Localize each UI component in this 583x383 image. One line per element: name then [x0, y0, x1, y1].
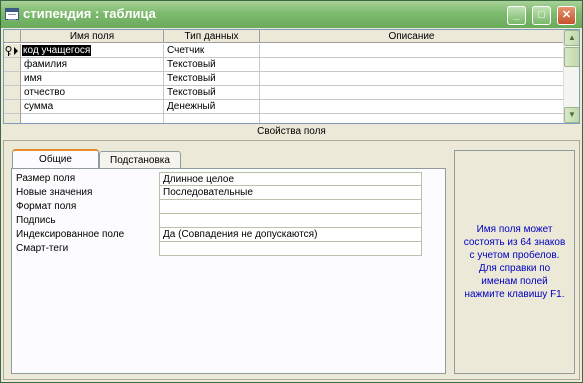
scroll-up-button[interactable]: ▲: [564, 30, 579, 46]
property-row[interactable]: Размер поля Длинное целое: [12, 172, 432, 186]
column-header-description[interactable]: Описание: [260, 30, 564, 43]
data-type-cell[interactable]: Денежный: [164, 100, 260, 113]
description-cell[interactable]: [260, 58, 564, 71]
vertical-scrollbar[interactable]: ▲ ▼: [563, 30, 579, 123]
row-selector[interactable]: [4, 44, 21, 58]
field-name-cell[interactable]: код учащегося: [21, 44, 164, 57]
property-value-field-size[interactable]: Длинное целое: [159, 172, 422, 186]
data-type-cell[interactable]: Текстовый: [164, 72, 260, 85]
property-label: Подпись: [16, 215, 56, 226]
description-cell[interactable]: [260, 44, 564, 57]
close-button[interactable]: ✕: [557, 6, 576, 25]
row-selector[interactable]: [4, 86, 21, 100]
window-title: стипендия : таблица: [23, 6, 156, 21]
row-pointer-icon: [14, 47, 18, 55]
data-type-cell[interactable]: Счетчик: [164, 44, 260, 57]
field-row[interactable]: отчество Текстовый: [4, 86, 564, 100]
grid-header: Имя поля Тип данных Описание: [4, 30, 564, 43]
field-row[interactable]: имя Текстовый: [4, 72, 564, 86]
data-type-cell[interactable]: [164, 114, 260, 123]
description-cell[interactable]: [260, 100, 564, 113]
property-value-smart-tags[interactable]: [159, 242, 422, 256]
field-name-cell[interactable]: фамилия: [21, 58, 164, 71]
scroll-down-button[interactable]: ▼: [564, 107, 579, 123]
maximize-button[interactable]: □: [532, 6, 551, 25]
field-name-selected[interactable]: код учащегося: [22, 45, 92, 56]
field-row[interactable]: фамилия Текстовый: [4, 58, 564, 72]
property-label: Новые значения: [16, 187, 93, 198]
property-value-new-values[interactable]: Последовательные: [159, 186, 422, 200]
column-header-type[interactable]: Тип данных: [164, 30, 260, 43]
row-selector[interactable]: [4, 100, 21, 114]
field-row-empty[interactable]: [4, 114, 564, 123]
title-bar[interactable]: стипендия : таблица _ □ ✕: [1, 1, 582, 28]
field-grid: Имя поля Тип данных Описание код учащего…: [3, 29, 580, 124]
key-icon: [5, 46, 18, 56]
property-row[interactable]: Новые значения Последовательные: [12, 186, 432, 200]
property-row[interactable]: Подпись: [12, 214, 432, 228]
row-selector[interactable]: [4, 114, 21, 123]
general-tab-panel: Размер поля Длинное целое Новые значения…: [11, 168, 446, 374]
field-properties-panel: Общие Подстановка Размер поля Длинное це…: [3, 140, 580, 380]
tab-lookup[interactable]: Подстановка: [99, 151, 181, 169]
description-cell[interactable]: [260, 86, 564, 99]
table-icon: [5, 8, 19, 20]
scroll-thumb[interactable]: [564, 47, 579, 67]
field-row[interactable]: сумма Денежный: [4, 100, 564, 114]
field-name-cell[interactable]: [21, 114, 164, 123]
tab-general[interactable]: Общие: [12, 149, 99, 169]
description-cell[interactable]: [260, 72, 564, 85]
minimize-button[interactable]: _: [507, 6, 526, 25]
property-label: Смарт-теги: [16, 243, 69, 254]
help-text: Имя поля может состоять из 64 знаков с у…: [463, 224, 566, 300]
row-selector[interactable]: [4, 58, 21, 72]
property-value-caption[interactable]: [159, 214, 422, 228]
field-name-cell[interactable]: отчество: [21, 86, 164, 99]
row-selector[interactable]: [4, 72, 21, 86]
header-selector: [4, 30, 21, 43]
data-type-cell[interactable]: Текстовый: [164, 58, 260, 71]
help-panel: Имя поля может состоять из 64 знаков с у…: [454, 150, 575, 374]
field-name-cell[interactable]: сумма: [21, 100, 164, 113]
property-row[interactable]: Индексированное поле Да (Совпадения не д…: [12, 228, 432, 242]
property-row[interactable]: Формат поля: [12, 200, 432, 214]
property-label: Формат поля: [16, 201, 77, 212]
property-label: Размер поля: [16, 173, 76, 184]
property-row[interactable]: Смарт-теги: [12, 242, 432, 256]
column-header-name[interactable]: Имя поля: [21, 30, 164, 43]
property-value-format[interactable]: [159, 200, 422, 214]
data-type-cell[interactable]: Текстовый: [164, 86, 260, 99]
table-design-window: стипендия : таблица _ □ ✕ Имя поля Тип д…: [0, 0, 583, 383]
field-properties-label: Свойства поля: [257, 126, 326, 137]
field-row[interactable]: код учащегося Счетчик: [4, 44, 564, 58]
property-label: Индексированное поле: [16, 229, 125, 240]
description-cell[interactable]: [260, 114, 564, 123]
property-value-indexed[interactable]: Да (Совпадения не допускаются): [159, 228, 422, 242]
field-name-cell[interactable]: имя: [21, 72, 164, 85]
